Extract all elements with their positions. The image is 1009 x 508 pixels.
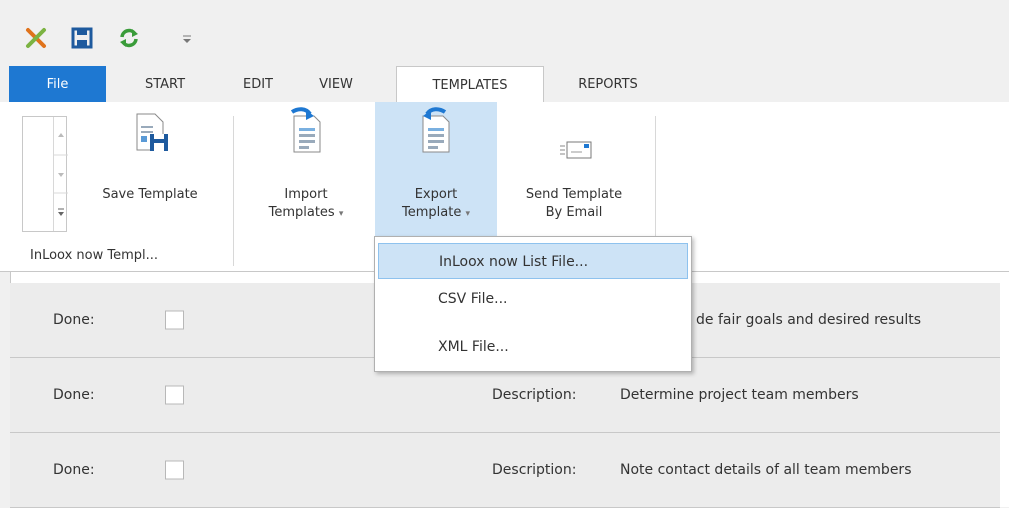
menu-item-inloox-list-file[interactable]: InLoox now List File... <box>378 243 688 279</box>
email-icon <box>560 138 594 164</box>
save-template-button[interactable]: Save Template <box>82 102 218 232</box>
chevron-down-icon: ▾ <box>338 209 344 219</box>
done-label: Done: <box>53 312 95 328</box>
tab-start[interactable]: START <box>120 66 210 103</box>
list-item[interactable]: Done: Description: Note contact details … <box>10 433 1000 508</box>
description-label: Description: <box>492 462 577 478</box>
chevron-down-icon: ▾ <box>465 209 470 219</box>
export-template-button[interactable]: Export Template ▾ <box>375 102 497 236</box>
done-label: Done: <box>53 462 95 478</box>
import-templates-label-2: Templates ▾ <box>268 205 344 220</box>
menu-item-xml-file[interactable]: XML File... <box>378 329 688 365</box>
export-template-menu: InLoox now List File... CSV File... XML … <box>374 236 692 372</box>
tab-reports[interactable]: REPORTS <box>556 66 660 103</box>
template-gallery[interactable] <box>22 116 68 232</box>
quick-access-toolbar <box>0 0 1009 66</box>
description-value: Determine project team members <box>620 387 859 403</box>
app-logo-icon[interactable] <box>24 26 48 50</box>
send-template-label-1: Send Template <box>525 187 623 202</box>
description-label: Description: <box>492 387 577 403</box>
tab-file[interactable]: File <box>9 66 106 103</box>
done-checkbox[interactable] <box>165 310 184 330</box>
done-checkbox[interactable] <box>165 460 184 480</box>
save-icon[interactable] <box>70 26 94 50</box>
tab-view[interactable]: VIEW <box>296 66 376 103</box>
tab-edit[interactable]: EDIT <box>228 66 288 103</box>
export-template-label-1: Export <box>414 187 458 202</box>
export-template-icon <box>415 106 455 158</box>
tab-templates[interactable]: TEMPLATES <box>396 66 544 104</box>
description-value: Note contact details of all team members <box>620 462 912 478</box>
import-templates-label-1: Import <box>284 187 328 202</box>
send-template-email-button[interactable]: Send Template By Email <box>502 102 646 232</box>
done-checkbox[interactable] <box>165 385 184 405</box>
save-template-icon <box>133 112 171 156</box>
export-template-label-2: Template ▾ <box>402 205 470 220</box>
ribbon-tabs: File START EDIT VIEW TEMPLATES REPORTS <box>0 66 1009 104</box>
refresh-icon[interactable] <box>117 26 141 50</box>
menu-item-csv-file[interactable]: CSV File... <box>378 281 688 317</box>
done-label: Done: <box>53 387 95 403</box>
customize-qat-icon[interactable] <box>180 26 194 50</box>
gallery-scrollbar[interactable] <box>53 117 68 231</box>
ribbon-group-label: InLoox now Templ... <box>30 248 159 263</box>
import-templates-button[interactable]: Import Templates ▾ <box>246 102 366 232</box>
send-template-label-2: By Email <box>545 205 603 220</box>
save-template-label: Save Template <box>102 187 198 202</box>
import-templates-icon <box>286 106 326 158</box>
description-value: de fair goals and desired results <box>696 312 921 328</box>
ribbon-separator <box>233 116 234 266</box>
